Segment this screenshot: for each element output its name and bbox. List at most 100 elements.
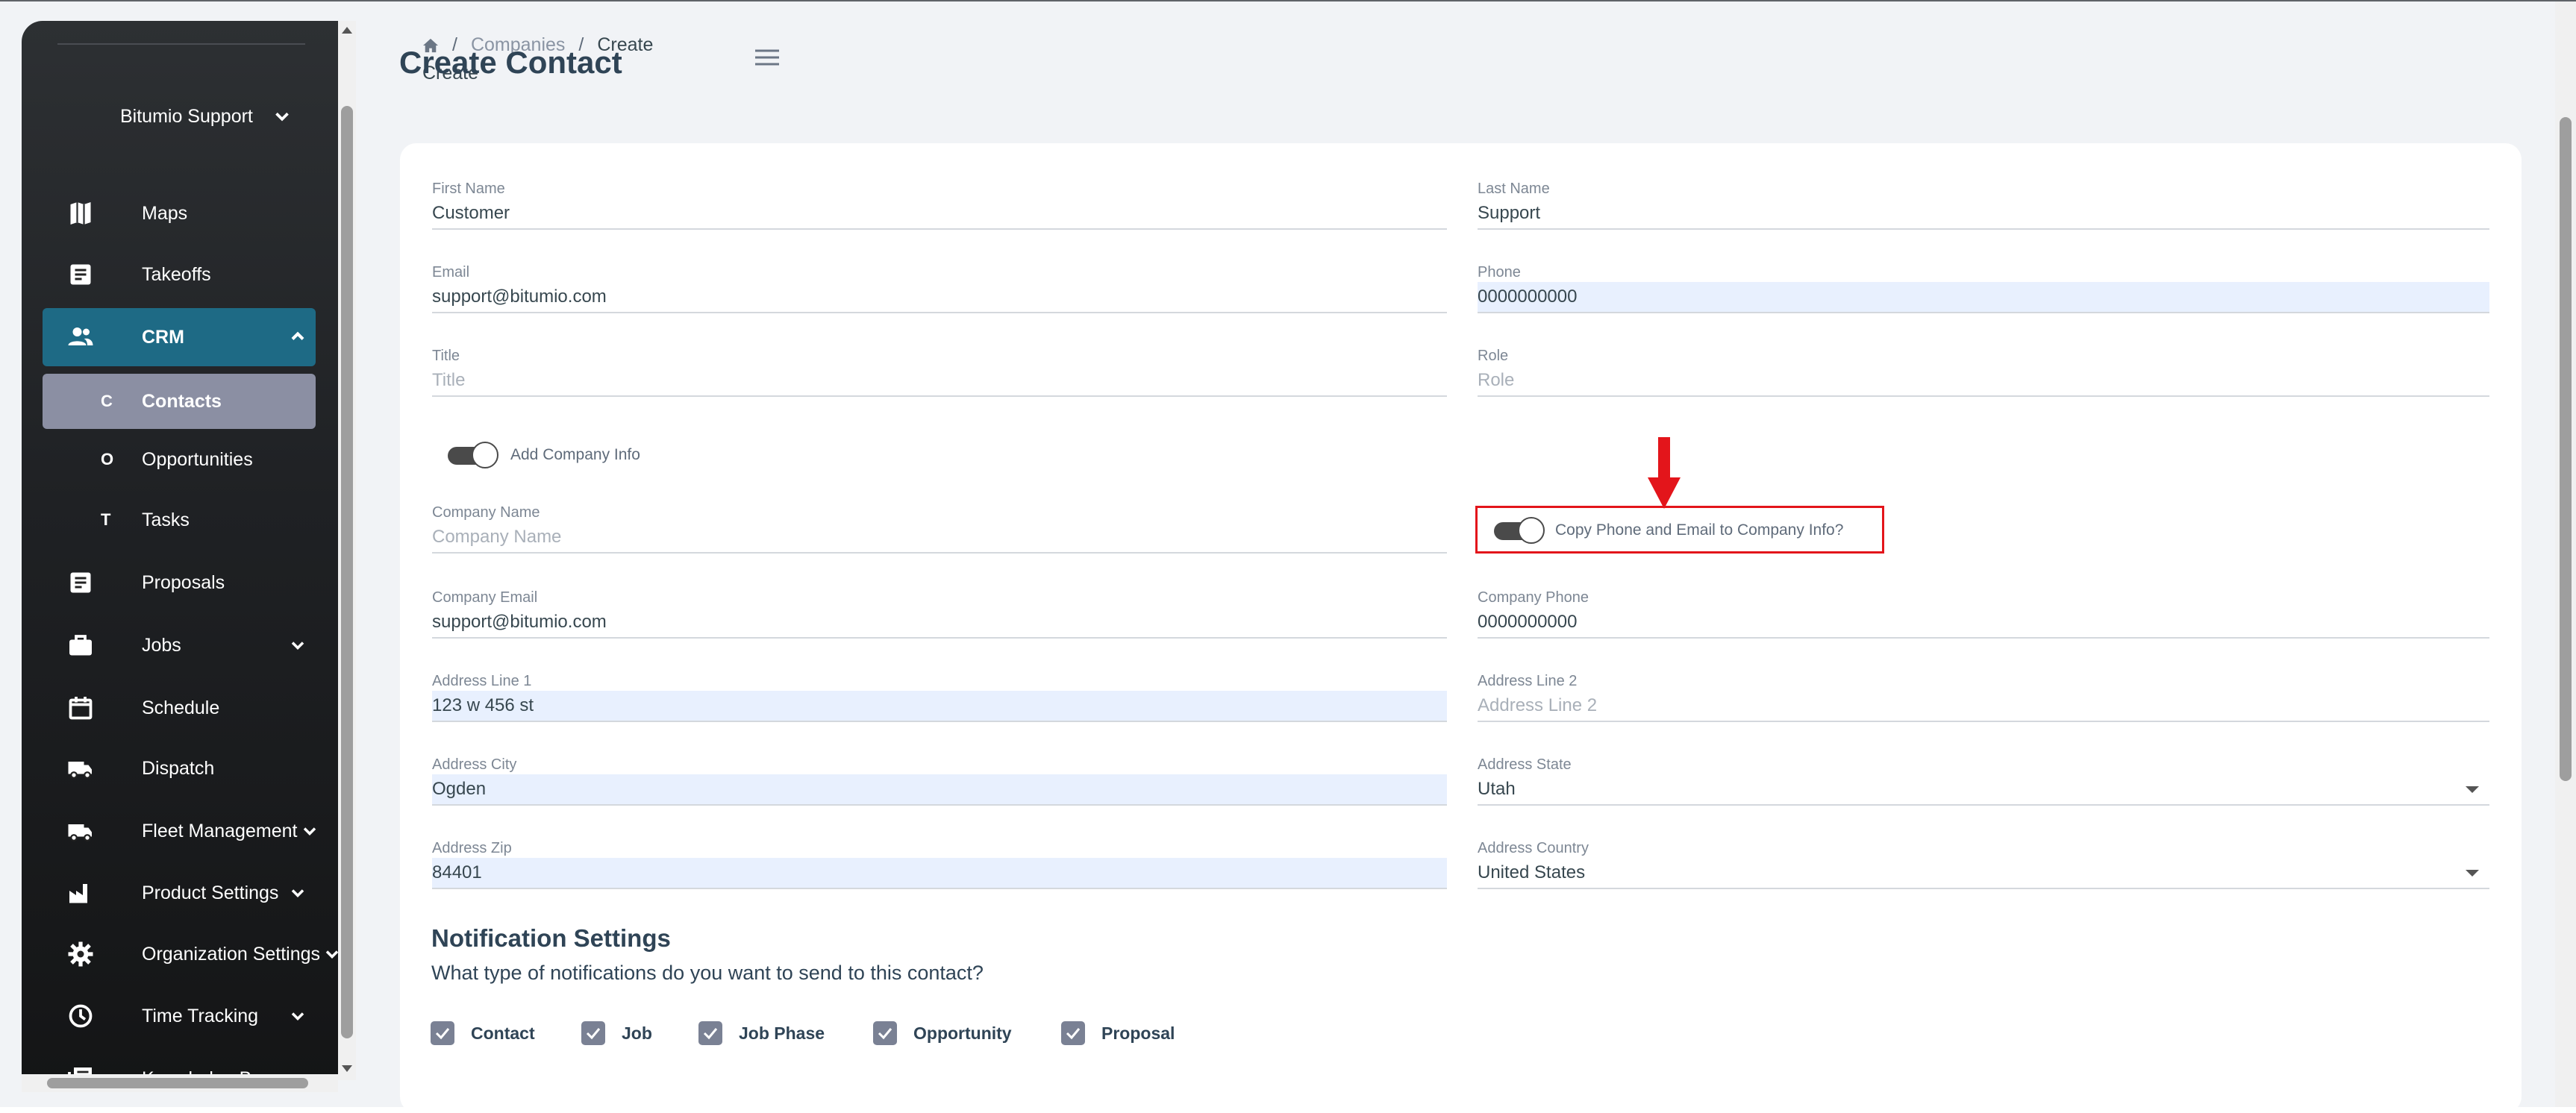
address-zip-input[interactable] [432,858,1447,888]
dropdown-arrow-icon[interactable] [2466,786,2479,793]
dropdown-arrow-icon[interactable] [2466,870,2479,877]
checkbox-contact[interactable]: Contact [431,1020,535,1046]
sidebar-item-time-tracking[interactable]: Time Tracking [43,988,338,1044]
sidebar-item-label: Contacts [142,390,222,412]
user-menu[interactable]: Bitumio Support [22,92,338,141]
sidebar-item-schedule[interactable]: Schedule [43,680,338,736]
field-label: Last Name [1478,181,1550,197]
scrollbar-thumb[interactable] [2560,117,2572,781]
role-field[interactable]: Role [1478,343,2489,397]
company-name-field[interactable]: Company Name [432,500,1447,554]
truck-icon [68,762,92,779]
sidebar-item-label: Proposals [142,571,225,593]
sidebar-item-jobs[interactable]: Jobs [43,617,338,674]
title-input[interactable] [432,366,1447,395]
last-name-input[interactable] [1478,198,2489,228]
field-label: Address City [432,756,517,773]
field-label: Title [432,348,460,364]
address-state-select[interactable]: Address State Utah [1478,752,2489,806]
address-state-value: Utah [1478,779,1516,799]
address-line1-input[interactable] [432,691,1447,721]
sidebar-item-label: Tasks [142,509,190,530]
address-line2-field[interactable]: Address Line 2 [1478,668,2489,722]
phone-field[interactable]: Phone [1478,260,2489,313]
address-city-input[interactable] [432,774,1447,804]
sidebar-item-label: Schedule [142,697,220,718]
sidebar-item-label: Product Settings [142,882,279,903]
copy-phone-email-label: Copy Phone and Email to Company Info? [1555,521,1844,539]
address-zip-field[interactable]: Address Zip [432,835,1447,889]
sidebar-item-maps[interactable]: Maps [43,185,338,242]
field-label: Company Phone [1478,589,1589,606]
address-line1-field[interactable]: Address Line 1 [432,668,1447,722]
checkbox-checked-icon[interactable] [1061,1021,1085,1045]
scroll-up-arrow-icon[interactable] [342,27,352,34]
address-country-select[interactable]: Address Country United States [1478,835,2489,889]
first-name-input[interactable] [432,198,1447,228]
factory-icon [69,884,87,903]
sidebar-horizontal-scrollbar[interactable] [22,1074,338,1092]
chevron-up-icon [291,331,304,340]
checkbox-checked-icon[interactable] [581,1021,605,1045]
sidebar-item-fleet-management[interactable]: Fleet Management [43,803,338,859]
email-field[interactable]: Email [432,260,1447,313]
first-name-field[interactable]: First Name [432,176,1447,230]
company-email-field[interactable]: Company Email [432,585,1447,639]
sidebar-vertical-scrollbar[interactable] [338,21,356,1080]
calendar-icon [69,697,93,720]
field-label: Role [1478,348,1509,364]
people-icon [68,327,93,345]
field-label: Phone [1478,264,1521,280]
add-company-info-toggle[interactable] [448,442,498,468]
chevron-down-icon [291,1012,304,1020]
role-input[interactable] [1478,366,2489,395]
company-email-input[interactable] [432,607,1447,637]
scrollbar-thumb[interactable] [47,1078,308,1088]
email-input[interactable] [432,282,1447,312]
sidebar-item-product-settings[interactable]: Product Settings [43,865,338,921]
briefcase-icon [69,635,92,656]
company-phone-input[interactable] [1478,607,2489,637]
copy-phone-email-toggle[interactable] [1494,517,1545,544]
field-label: Company Email [432,589,538,606]
sidebar-item-label: Organization Settings [142,943,321,965]
sidebar-item-letter: T [101,510,111,529]
scroll-down-arrow-icon[interactable] [342,1065,352,1072]
gear-icon [68,941,93,967]
checkbox-job[interactable]: Job [581,1020,652,1046]
company-name-input[interactable] [432,522,1447,552]
checkbox-checked-icon[interactable] [698,1021,722,1045]
sidebar-item-letter: O [101,450,114,468]
company-phone-field[interactable]: Company Phone [1478,585,2489,639]
sidebar-item-organization-settings[interactable]: Organization Settings [43,926,338,982]
main-vertical-scrollbar[interactable] [2555,1,2576,1107]
checkbox-opportunity[interactable]: Opportunity [873,1020,1012,1046]
last-name-field[interactable]: Last Name [1478,176,2489,230]
sidebar-item-label: Opportunities [142,448,253,470]
address-line2-input[interactable] [1478,691,2489,721]
checkbox-proposal[interactable]: Proposal [1061,1020,1175,1046]
title-field[interactable]: Title [432,343,1447,397]
chevron-down-icon [275,112,289,122]
scrollbar-thumb[interactable] [341,106,353,1038]
checkbox-checked-icon[interactable] [431,1021,454,1045]
checkbox-job-phase[interactable]: Job Phase [698,1020,825,1046]
address-city-field[interactable]: Address City [432,752,1447,806]
sidebar-divider [57,43,305,45]
sidebar-item-takeoffs[interactable]: Takeoffs [43,246,338,303]
sidebar-item-label: Jobs [142,634,181,656]
checkbox-checked-icon[interactable] [873,1021,897,1045]
sidebar-item-proposals[interactable]: Proposals [43,554,338,611]
phone-input[interactable] [1478,282,2489,312]
checkbox-label: Opportunity [913,1023,1012,1043]
field-label: Address Country [1478,840,1589,856]
sidebar-item-contacts[interactable]: C Contacts [43,374,316,429]
sidebar-item-crm[interactable]: CRM [43,308,316,366]
sidebar-item-dispatch[interactable]: Dispatch [43,740,338,797]
sidebar-item-tasks[interactable]: T Tasks [43,492,338,548]
field-label: First Name [432,181,505,197]
chevron-down-icon [303,827,316,835]
chevron-down-icon [291,889,304,897]
sidebar-item-opportunities[interactable]: O Opportunities [43,431,338,488]
menu-icon[interactable] [754,48,781,67]
